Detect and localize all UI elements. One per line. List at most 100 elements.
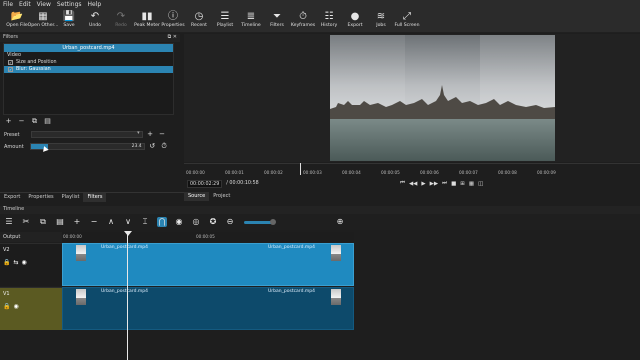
menu-item[interactable]: File bbox=[3, 1, 13, 8]
toolbar-label: Properties bbox=[161, 23, 185, 28]
menu-item[interactable]: View bbox=[37, 1, 51, 8]
clip-name-header: Urban_postcard.mp4 bbox=[4, 44, 173, 52]
timeline-clip-v2[interactable]: Urban_postcard.mp4 Urban_postcard.mp4 bbox=[62, 243, 354, 286]
rewind-icon[interactable]: ◀◀ bbox=[409, 181, 417, 187]
overwrite-icon[interactable]: ∨ bbox=[123, 217, 133, 227]
viewer-ruler[interactable]: 00:00:00 00:00:01 00:00:02 00:00:03 00:00:04… bbox=[184, 163, 640, 177]
close-icon[interactable]: ⧉ ✕ bbox=[168, 34, 177, 40]
remove-filter-button[interactable]: − bbox=[17, 117, 26, 126]
fast-forward-icon[interactable]: ▶▶ bbox=[430, 181, 438, 187]
clip-thumbnail bbox=[331, 289, 341, 305]
toolbar-properties-button[interactable]: ⓘ Properties bbox=[160, 9, 186, 28]
save-preset-button[interactable]: + bbox=[146, 130, 155, 139]
toolbar-export-button[interactable]: ● Export bbox=[342, 9, 368, 28]
toolbar-full-screen-button[interactable]: ⤢ Full Screen bbox=[394, 9, 420, 28]
filters-title-label: Filters bbox=[3, 34, 18, 40]
eye-icon[interactable]: ◉ bbox=[13, 303, 18, 310]
lift-icon[interactable]: ∧ bbox=[106, 217, 116, 227]
zoom-icon[interactable]: ⊞ bbox=[460, 181, 465, 187]
menu-item[interactable]: Help bbox=[88, 1, 102, 8]
timeline-ruler[interactable]: 00:00:00 00:00:05 bbox=[62, 232, 354, 242]
composite-icon[interactable]: ⇆ bbox=[13, 259, 18, 266]
ripple-delete-icon[interactable]: − bbox=[89, 217, 99, 227]
ripple-all-icon[interactable]: ✪ bbox=[208, 217, 218, 227]
tab-properties[interactable]: Properties bbox=[24, 193, 57, 202]
ruler-tick-label: 00:00:01 bbox=[225, 170, 244, 175]
menu-item[interactable]: Settings bbox=[57, 1, 82, 8]
lock-icon[interactable]: 🔒 bbox=[3, 303, 10, 310]
delete-preset-button[interactable]: − bbox=[158, 130, 167, 139]
zoom-in-icon[interactable]: ⊕ bbox=[335, 217, 345, 227]
toolbar-label: Full Screen bbox=[394, 23, 420, 28]
open-other-icon: ▦ bbox=[38, 10, 48, 22]
filter-checkbox[interactable]: ✓ bbox=[8, 60, 13, 65]
timeline-playhead[interactable] bbox=[127, 232, 128, 360]
split-icon[interactable]: ⌶ bbox=[140, 217, 150, 227]
toolbar-label: Export bbox=[347, 23, 363, 28]
zoom-knob[interactable] bbox=[270, 218, 276, 225]
ruler-tick-label: 00:00:02 bbox=[264, 170, 283, 175]
current-timecode-input[interactable]: 00:00:02:29 bbox=[187, 179, 223, 188]
toolbar-filters-button[interactable]: ⏷ Filters bbox=[264, 9, 290, 28]
skip-previous-icon[interactable]: ⏮ bbox=[400, 180, 405, 187]
toolbar-timeline-button[interactable]: ≣ Timeline bbox=[238, 9, 264, 28]
grid-icon[interactable]: ▦ bbox=[469, 181, 474, 187]
track-name: V1 bbox=[3, 291, 10, 297]
properties-icon: ⓘ bbox=[168, 10, 178, 22]
tab-source[interactable]: Source bbox=[184, 192, 210, 201]
tab-project[interactable]: Project bbox=[209, 192, 234, 201]
track-header-v2[interactable]: V2 🔒 ⇆ ◉ bbox=[0, 243, 62, 286]
toolbar-label: Redo bbox=[115, 23, 127, 28]
toolbar-recent-button[interactable]: ◷ Recent bbox=[186, 9, 212, 28]
zoom-slider[interactable] bbox=[244, 218, 276, 225]
timeline-clip-v1[interactable]: Urban_postcard.mp4 Urban_postcard.mp4 bbox=[62, 287, 354, 330]
toolbar-save-button[interactable]: 💾 Save bbox=[56, 9, 82, 28]
track-header-v1[interactable]: V1 🔒 ◉ bbox=[0, 287, 62, 330]
add-filter-button[interactable]: + bbox=[4, 117, 13, 126]
reset-icon[interactable]: ↺ bbox=[148, 142, 157, 151]
copy-icon[interactable]: ⧉ bbox=[38, 217, 48, 227]
ruler-tick-label: 00:00:03 bbox=[303, 170, 322, 175]
toolbar-open-file-button[interactable]: 📂 Open File bbox=[4, 9, 30, 28]
toolbar-jobs-button[interactable]: ≋ Jobs bbox=[368, 9, 394, 28]
zoom-out-icon[interactable]: ⊖ bbox=[225, 217, 235, 227]
snap-icon[interactable]: ⋂ bbox=[157, 217, 167, 227]
keyframe-stopwatch-icon[interactable]: ⏱ bbox=[160, 142, 169, 151]
cut-icon[interactable]: ✂ bbox=[21, 217, 31, 227]
video-section-header: Video bbox=[7, 52, 22, 58]
ruler-tick-label: 00:00:06 bbox=[420, 170, 439, 175]
viewer-playhead[interactable] bbox=[300, 163, 301, 175]
tab-export[interactable]: Export bbox=[0, 193, 24, 202]
append-icon[interactable]: + bbox=[72, 217, 82, 227]
lock-icon[interactable]: 🔒 bbox=[3, 259, 10, 266]
toolbar-history-button[interactable]: ☷ History bbox=[316, 9, 342, 28]
toolbar-label: Open Other... bbox=[27, 23, 59, 28]
toolbar-label: Open File bbox=[6, 23, 28, 28]
volume-icon[interactable]: ◫ bbox=[478, 181, 483, 187]
copy-filter-icon[interactable]: ⧉ bbox=[30, 117, 39, 126]
scrub-icon[interactable]: ◉ bbox=[174, 217, 184, 227]
toolbar-redo-button[interactable]: ↷ Redo bbox=[108, 9, 134, 28]
filter-item[interactable]: ✓ Blur: Gaussian bbox=[4, 66, 173, 73]
preset-select[interactable] bbox=[30, 130, 143, 138]
toolbar-undo-button[interactable]: ↶ Undo bbox=[82, 9, 108, 28]
menu-item[interactable]: Edit bbox=[19, 1, 31, 8]
toolbar-open-other-button[interactable]: ▦ Open Other... bbox=[27, 9, 59, 28]
tab-playlist[interactable]: Playlist bbox=[58, 193, 84, 202]
toolbar-peak-meter-button[interactable]: ▮▮ Peak Meter bbox=[134, 9, 160, 28]
toolbar-playlist-button[interactable]: ☰ Playlist bbox=[212, 9, 238, 28]
toolbar-keyframes-button[interactable]: ⏱ Keyframes bbox=[290, 9, 316, 28]
stop-icon[interactable]: ■ bbox=[451, 181, 456, 187]
paste-icon[interactable]: ▤ bbox=[55, 217, 65, 227]
eye-icon[interactable]: ◉ bbox=[22, 259, 27, 266]
filter-item[interactable]: ✓ Size and Position bbox=[4, 59, 173, 66]
skip-next-icon[interactable]: ⏭ bbox=[442, 180, 447, 187]
ripple-icon[interactable]: ◎ bbox=[191, 217, 201, 227]
toolbar-label: Jobs bbox=[376, 23, 386, 28]
paste-filter-icon[interactable]: ▤ bbox=[43, 117, 52, 126]
filter-checkbox[interactable]: ✓ bbox=[8, 67, 13, 72]
tab-filters[interactable]: Filters bbox=[83, 193, 107, 202]
timeline-menu-icon[interactable]: ☰ bbox=[4, 217, 14, 227]
timeline-playhead-handle[interactable] bbox=[124, 231, 132, 236]
play-icon[interactable]: ▶ bbox=[421, 181, 425, 187]
